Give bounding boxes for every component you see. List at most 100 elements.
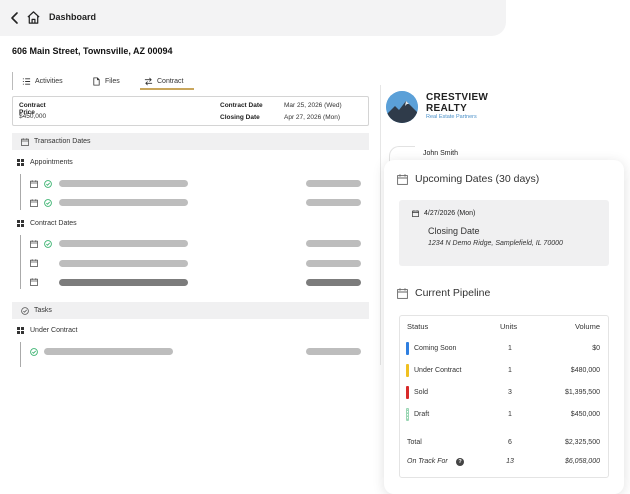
chevron-left-icon[interactable] — [9, 11, 21, 25]
column-header-units: Units — [500, 322, 518, 331]
brand-name-line2: REALTY — [426, 103, 468, 114]
placeholder-bar — [44, 348, 173, 355]
contract-summary: Contract Price $450,000 Contract Date Ma… — [12, 96, 369, 126]
placeholder-bar — [306, 199, 361, 206]
help-icon[interactable]: ? — [456, 458, 464, 466]
calendar-icon — [30, 240, 38, 248]
placeholder-bar — [59, 240, 188, 247]
status-color-swatch — [406, 386, 409, 399]
pipeline-status[interactable]: Sold — [414, 389, 428, 396]
placeholder-bar — [59, 279, 188, 286]
group-contract-dates[interactable]: Contract Dates — [17, 220, 77, 227]
grid-icon — [17, 159, 24, 166]
contract-date-label: Contract Date — [220, 102, 263, 109]
closing-date-label: Closing Date — [220, 114, 260, 121]
closing-date-value: Apr 27, 2026 (Mon) — [284, 114, 341, 121]
group-connector-line — [20, 174, 21, 210]
placeholder-bar — [59, 199, 188, 206]
calendar-icon — [30, 278, 38, 286]
pipeline-status[interactable]: Coming Soon — [414, 345, 456, 352]
group-title: Appointments — [30, 159, 73, 166]
section-transaction-dates[interactable]: Transaction Dates — [12, 133, 369, 150]
pipeline-volume: $450,000 — [570, 411, 600, 418]
grid-icon — [17, 220, 24, 227]
status-color-swatch — [406, 342, 409, 355]
group-title: Contract Dates — [30, 220, 77, 227]
tab-activities[interactable]: Activities — [22, 76, 63, 86]
agent-name[interactable]: John Smith — [423, 150, 458, 157]
event-date-text: 4/27/2026 (Mon) — [424, 210, 476, 217]
tab-contract[interactable]: Contract — [144, 76, 183, 86]
check-circle-icon[interactable] — [44, 180, 52, 188]
pipeline-status[interactable]: Draft — [414, 411, 429, 418]
column-header-volume: Volume — [574, 322, 600, 331]
group-title: Under Contract — [30, 327, 78, 334]
home-icon[interactable] — [26, 10, 41, 25]
group-connector-line — [20, 235, 21, 289]
contract-date-value: Mar 25, 2026 (Wed) — [284, 102, 342, 109]
group-appointments[interactable]: Appointments — [17, 159, 73, 166]
placeholder-bar — [59, 180, 188, 187]
section-title: Transaction Dates — [34, 138, 91, 145]
grid-icon — [394, 113, 400, 119]
event-date: 4/27/2026 (Mon) — [412, 210, 475, 217]
crestview-logo-icon — [386, 91, 418, 123]
section-tasks[interactable]: Tasks — [12, 302, 369, 319]
on-track-label: On Track For — [407, 458, 448, 465]
pipeline-volume: $0 — [592, 345, 600, 352]
brand-name-line1: CRESTVIEW — [426, 92, 489, 103]
property-address: 606 Main Street, Townsville, AZ 00094 — [12, 46, 173, 56]
on-track-units: 13 — [506, 458, 514, 465]
pipeline-units: 3 — [508, 389, 512, 396]
total-label: Total — [407, 439, 422, 446]
tab-bar: Activities Files Contract — [12, 72, 194, 90]
pipeline-table — [399, 315, 609, 478]
pipeline-volume: $1,395,500 — [564, 389, 600, 396]
event-title: Closing Date — [428, 226, 480, 236]
pipeline-units: 1 — [508, 367, 512, 374]
list-icon — [22, 77, 31, 85]
page-title: Dashboard — [49, 12, 97, 22]
placeholder-bar — [306, 260, 361, 267]
section-title: Tasks — [34, 307, 52, 314]
check-circle-icon[interactable] — [44, 199, 52, 207]
heading-text: Current Pipeline — [415, 287, 491, 299]
calendar-icon — [412, 210, 419, 217]
check-circle-icon[interactable] — [44, 240, 52, 248]
contract-label: Contract — [19, 102, 46, 109]
calendar-icon — [397, 287, 408, 299]
calendar-icon — [21, 137, 29, 146]
calendar-icon — [30, 259, 38, 267]
status-color-swatch — [406, 364, 409, 377]
on-track-volume: $6,058,000 — [564, 458, 600, 465]
brand-tagline: Real Estate Partners — [426, 114, 477, 120]
placeholder-bar — [306, 180, 361, 187]
pipeline-volume: $480,000 — [570, 367, 600, 374]
swap-arrows-icon — [144, 77, 153, 85]
pipeline-status[interactable]: Under Contract — [414, 367, 461, 374]
placeholder-bar — [59, 260, 188, 267]
placeholder-bar — [306, 240, 361, 247]
calendar-icon — [397, 173, 408, 185]
calendar-icon — [30, 180, 38, 188]
tab-files[interactable]: Files — [92, 76, 120, 86]
file-icon — [93, 76, 100, 86]
calendar-icon — [30, 199, 38, 207]
topbar: Dashboard — [0, 0, 506, 36]
check-circle-icon[interactable] — [30, 348, 38, 356]
current-pipeline-heading: Current Pipeline — [397, 287, 490, 299]
event-address: 1234 N Demo Ridge, Samplefield, IL 70000 — [428, 240, 563, 247]
placeholder-bar — [306, 348, 361, 355]
total-units: 6 — [508, 439, 512, 446]
tab-contract-label: Contract — [157, 77, 184, 85]
column-header-status: Status — [407, 322, 429, 331]
price-value: $450,000 — [19, 113, 47, 120]
tab-files-label: Files — [105, 77, 120, 85]
pipeline-units: 1 — [508, 345, 512, 352]
upcoming-dates-heading: Upcoming Dates (30 days) — [397, 173, 539, 185]
group-under-contract[interactable]: Under Contract — [17, 327, 77, 334]
status-color-swatch — [406, 408, 409, 421]
active-tab-indicator — [140, 88, 194, 90]
pipeline-units: 1 — [508, 411, 512, 418]
group-connector-line — [20, 342, 21, 367]
